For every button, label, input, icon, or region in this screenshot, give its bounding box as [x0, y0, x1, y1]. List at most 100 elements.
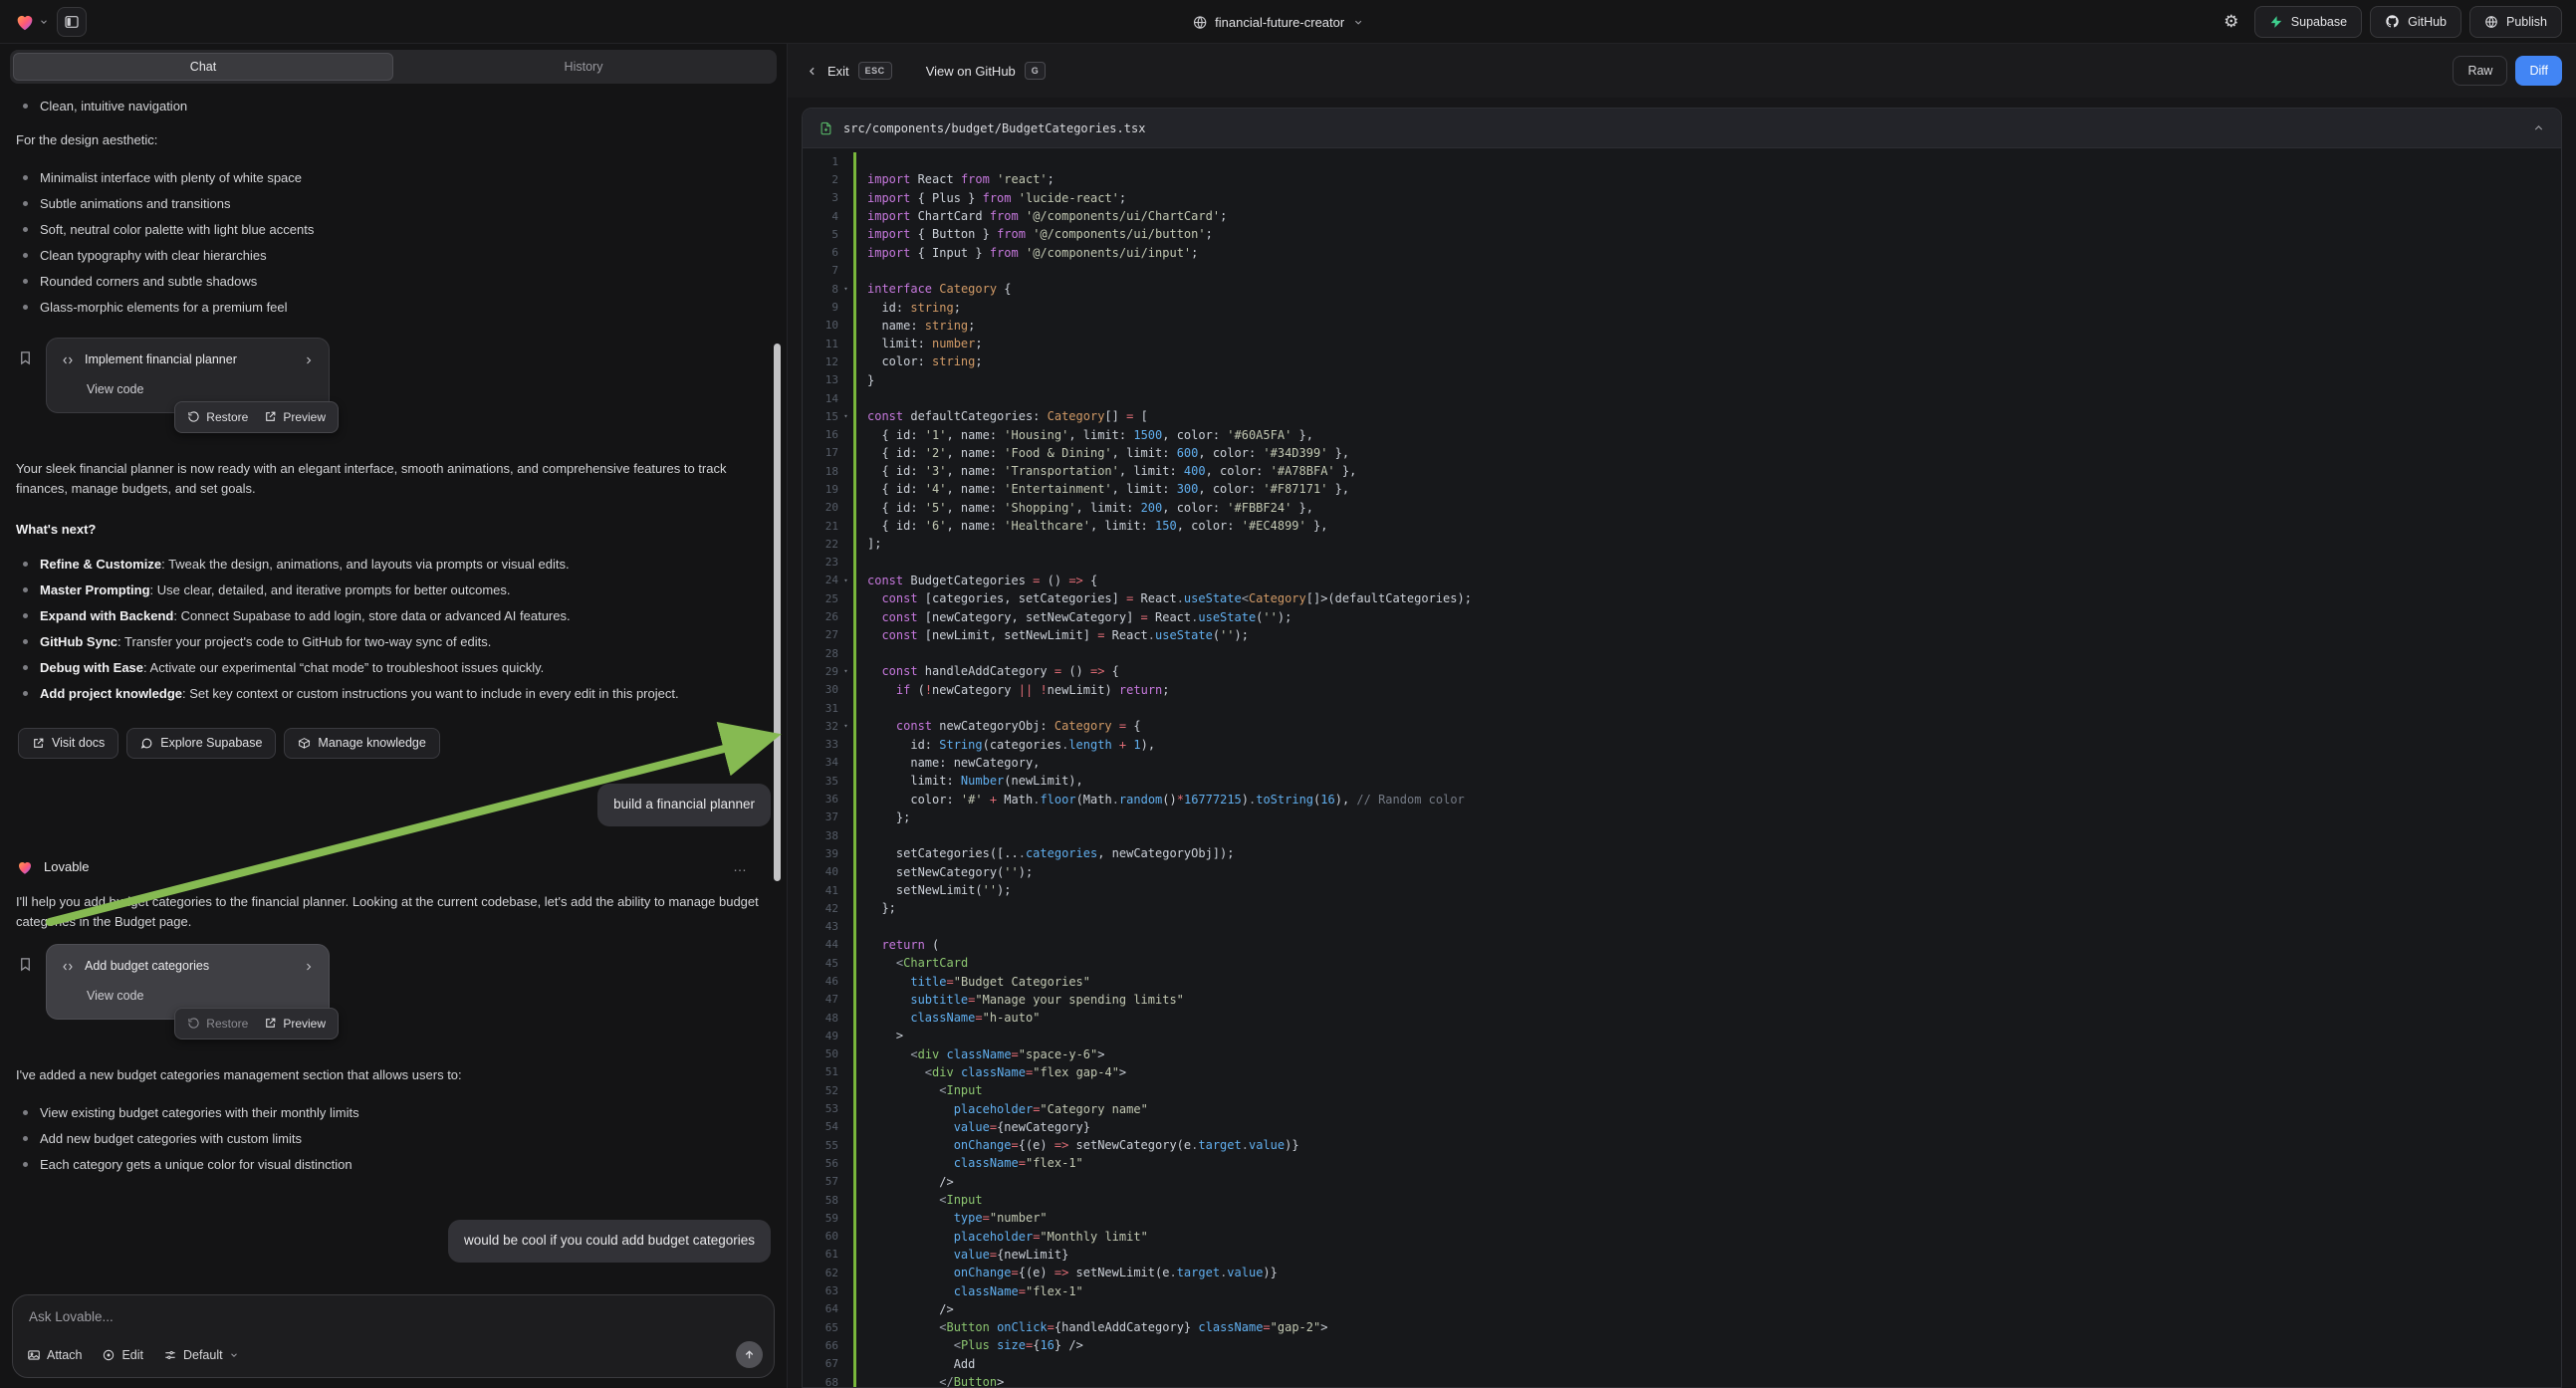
edit-mode-button[interactable]: Edit [102, 1348, 143, 1362]
code-line: 12 color: string; [803, 352, 2561, 370]
bookmark-icon[interactable] [18, 956, 33, 973]
code-line: 32▾ const newCategoryObj: Category = { [803, 717, 2561, 735]
bookmark-icon[interactable] [18, 349, 33, 366]
version-card-toolbar: Restore Preview [174, 1008, 339, 1040]
project-title-menu[interactable]: financial-future-creator [1192, 0, 1363, 44]
chat-message-list[interactable]: Clean, intuitive navigation For the desi… [0, 84, 787, 1286]
collapse-chevron-icon[interactable] [2532, 121, 2545, 134]
code-line: 14 [803, 389, 2561, 407]
code-line: 2import React from 'react'; [803, 170, 2561, 188]
restore-button[interactable]: Restore [187, 1015, 248, 1034]
code-line: 7 [803, 262, 2561, 280]
code-line: 16 { id: '1', name: 'Housing', limit: 15… [803, 425, 2561, 443]
publish-button[interactable]: Publish [2469, 6, 2562, 38]
assistant-name: Lovable [44, 857, 90, 877]
publish-globe-icon [2484, 15, 2498, 29]
sidebar-toggle-button[interactable] [57, 7, 87, 37]
version-card-implement-financial-planner[interactable]: Implement financial planner View code Re… [46, 338, 330, 413]
code-line: 8▾interface Category { [803, 280, 2561, 298]
restore-icon [187, 1017, 200, 1030]
version-card-add-budget-categories[interactable]: Add budget categories View code Restore [46, 944, 330, 1020]
code-line: 38 [803, 826, 2561, 844]
code-line: 26 const [newCategory, setNewCategory] =… [803, 607, 2561, 625]
raw-toggle-button[interactable]: Raw [2453, 56, 2507, 86]
diff-toggle-button[interactable]: Diff [2515, 56, 2562, 86]
esc-key-badge: ESC [858, 62, 892, 80]
list-item: Rounded corners and subtle shadows [16, 273, 771, 290]
tab-chat[interactable]: Chat [13, 53, 393, 81]
restore-button[interactable]: Restore [187, 408, 248, 427]
settings-button[interactable]: ⚙ [2217, 7, 2246, 37]
version-card-title: Add budget categories [85, 957, 209, 976]
list-item: Subtle animations and transitions [16, 195, 771, 212]
preview-button[interactable]: Preview [264, 1015, 326, 1034]
code-line: 65 <Button onClick={handleAddCategory} c… [803, 1318, 2561, 1336]
chevron-down-icon [1352, 17, 1363, 28]
user-message-bubble: would be cool if you could add budget ca… [448, 1220, 771, 1263]
model-selector[interactable]: Default [163, 1348, 239, 1362]
lovable-heart-icon [14, 11, 36, 33]
supabase-bolt-icon [2269, 15, 2283, 29]
code-line: 11 limit: number; [803, 335, 2561, 352]
code-line: 52 <Input [803, 1081, 2561, 1099]
version-card-row: Add budget categories View code Restore [18, 944, 771, 1020]
list-item: Refine & Customize: Tweak the design, an… [16, 554, 771, 575]
chat-bubble-icon [140, 737, 153, 750]
composer[interactable]: Ask Lovable... Attach Edit Default [12, 1294, 775, 1378]
code-line: 63 className="flex-1" [803, 1281, 2561, 1299]
chat-scrollbar-thumb[interactable] [774, 344, 781, 881]
manage-knowledge-button[interactable]: Manage knowledge [284, 728, 439, 759]
lovable-heart-icon [16, 858, 34, 876]
code-line: 66 <Plus size={16} /> [803, 1336, 2561, 1354]
supabase-button[interactable]: Supabase [2254, 6, 2362, 38]
code-line: 36 color: '#' + Math.floor(Math.random()… [803, 790, 2561, 808]
lovable-logo-menu[interactable] [14, 11, 49, 33]
code-line: 53 placeholder="Category name" [803, 1099, 2561, 1117]
explore-supabase-button[interactable]: Explore Supabase [126, 728, 276, 759]
code-line: 40 setNewCategory(''); [803, 863, 2561, 881]
exit-button[interactable]: Exit ESC [806, 62, 892, 80]
code-line: 57 /> [803, 1173, 2561, 1191]
target-icon [102, 1348, 116, 1362]
assistant-added-text: I've added a new budget categories manag… [16, 1065, 771, 1085]
view-code-link[interactable]: View code [87, 380, 315, 399]
preview-button[interactable]: Preview [264, 408, 326, 427]
github-button[interactable]: GitHub [2370, 6, 2461, 38]
visit-docs-button[interactable]: Visit docs [18, 728, 118, 759]
code-lines[interactable]: 12import React from 'react';3import { Pl… [803, 148, 2561, 1387]
external-link-icon [32, 737, 45, 750]
code-line: 21 { id: '6', name: 'Healthcare', limit:… [803, 517, 2561, 535]
tab-history[interactable]: History [393, 53, 774, 81]
view-code-link[interactable]: View code [87, 987, 315, 1006]
code-line: 37 }; [803, 809, 2561, 826]
panel-toggle-icon [64, 14, 80, 30]
code-line: 34 name: newCategory, [803, 754, 2561, 772]
more-menu-button[interactable]: … [733, 856, 749, 878]
send-button[interactable] [736, 1341, 763, 1368]
code-line: 3import { Plus } from 'lucide-react'; [803, 189, 2561, 207]
composer-input[interactable]: Ask Lovable... [13, 1295, 774, 1324]
user-message-bubble: build a financial planner [597, 784, 771, 826]
code-line: 28 [803, 644, 2561, 662]
code-line: 6import { Input } from '@/components/ui/… [803, 243, 2561, 261]
design-bullet-list: Minimalist interface with plenty of whit… [16, 169, 771, 316]
code-line: 24▾const BudgetCategories = () => { [803, 572, 2561, 589]
version-card-row: Implement financial planner View code Re… [18, 338, 771, 413]
code-view-panel: Exit ESC View on GitHub G Raw Diff [787, 44, 2576, 1388]
code-toolbar: Exit ESC View on GitHub G Raw Diff [788, 44, 2576, 98]
code-line: 23 [803, 554, 2561, 572]
code-line: 30 if (!newCategory || !newLimit) return… [803, 681, 2561, 699]
package-icon [298, 737, 311, 750]
code-line: 31 [803, 699, 2561, 717]
code-line: 20 { id: '5', name: 'Shopping', limit: 2… [803, 499, 2561, 517]
sliders-icon [163, 1348, 177, 1362]
code-line: 19 { id: '4', name: 'Entertainment', lim… [803, 480, 2561, 498]
g-key-badge: G [1025, 62, 1047, 80]
top-bar: financial-future-creator ⚙ Supabase GitH… [0, 0, 2576, 44]
view-on-github-button[interactable]: View on GitHub G [926, 62, 1047, 80]
file-header[interactable]: src/components/budget/BudgetCategories.t… [803, 109, 2561, 148]
chevron-right-icon [303, 354, 315, 366]
code-line: 67 Add [803, 1355, 2561, 1373]
attach-button[interactable]: Attach [27, 1348, 82, 1362]
publish-label: Publish [2506, 15, 2547, 29]
